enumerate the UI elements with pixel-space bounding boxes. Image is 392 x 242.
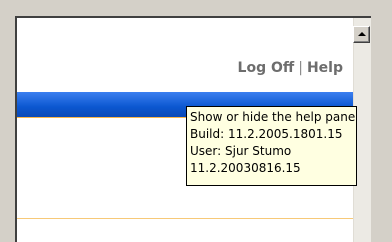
help-link[interactable]: Help bbox=[307, 60, 343, 76]
top-links: Log Off | Help bbox=[238, 60, 343, 76]
tooltip-line: Build: 11.2.2005.1801.15 bbox=[190, 127, 343, 141]
browser-content-window: Log Off | Help Show or hide the help pane … bbox=[15, 16, 371, 242]
link-separator: | bbox=[298, 60, 303, 76]
scroll-up-arrow-icon bbox=[358, 32, 366, 36]
tooltip-line: User: Sjur Stumo bbox=[190, 144, 292, 158]
log-off-link[interactable]: Log Off bbox=[238, 60, 295, 76]
tooltip-line: 11.2.20030816.15 bbox=[190, 161, 301, 175]
section-divider bbox=[17, 218, 355, 219]
tooltip-line: Show or hide the help pane bbox=[190, 110, 356, 124]
outer-frame: Log Off | Help Show or hide the help pane … bbox=[0, 0, 392, 242]
help-tooltip: Show or hide the help pane Build: 11.2.2… bbox=[186, 106, 357, 186]
scroll-up-button[interactable] bbox=[353, 26, 370, 43]
